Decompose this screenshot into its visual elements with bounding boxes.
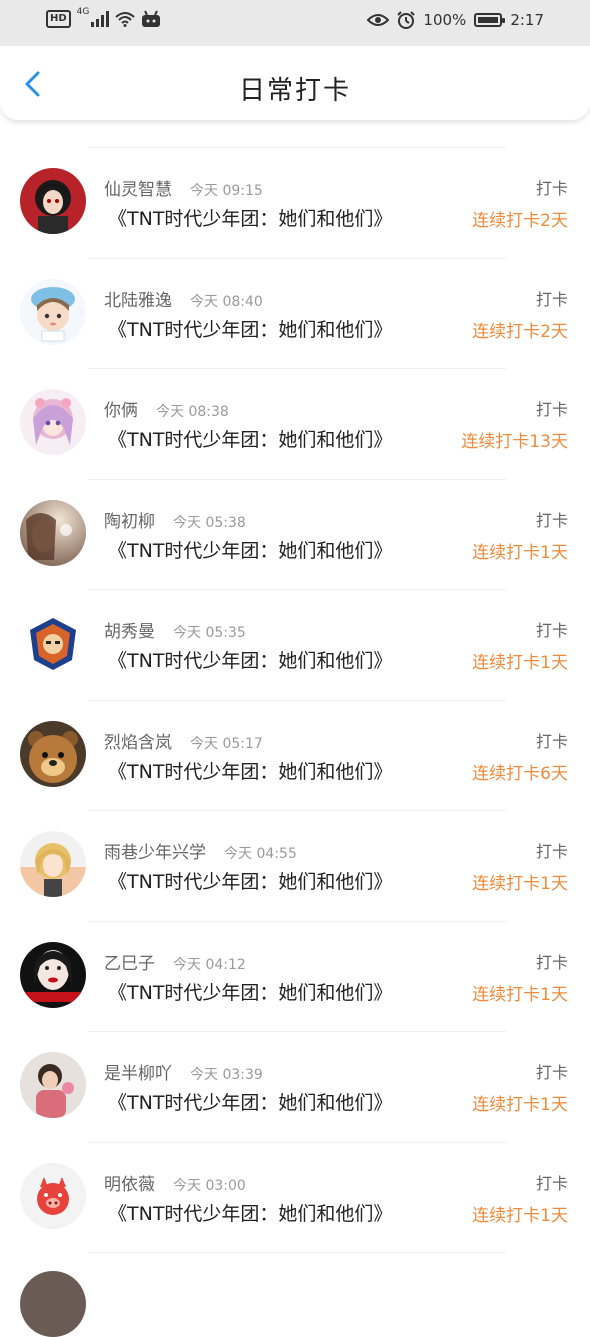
streak-count: 连续打卡1天: [472, 1095, 568, 1115]
checkin-action: 打卡: [535, 289, 568, 309]
avatar[interactable]: [20, 1052, 86, 1118]
battery-level: [478, 17, 499, 23]
name-line: 明依薇 今天 03:00: [104, 1170, 246, 1195]
book-title: 《TNT时代少年团：她们和他们》: [108, 760, 393, 783]
hd-badge: HD: [46, 10, 71, 28]
wifi-icon: [115, 12, 136, 27]
checkin-time: 今天 03:39: [190, 1067, 263, 1083]
list-item[interactable]: 是半柳吖 今天 03:39 《TNT时代少年团：她们和他们》 打卡连续打卡1天: [0, 1032, 590, 1143]
checkin-action: 打卡: [535, 1173, 568, 1193]
checkin-time: 今天 05:35: [173, 625, 246, 641]
name-line: 陶初柳 今天 05:38: [104, 507, 246, 532]
book-title: 《TNT时代少年团：她们和他们》: [108, 539, 393, 562]
name-line: 是半柳吖 今天 03:39: [104, 1059, 263, 1084]
checkin-action: 打卡: [535, 952, 568, 972]
checkin-list: 仙灵智慧 今天 09:15 《TNT时代少年团：她们和他们》 打卡 连续打卡2天 北陆雅逸…: [0, 148, 590, 1253]
eye-icon: [367, 14, 390, 26]
name-line: 北陆雅逸 今天 08:40: [104, 286, 263, 311]
checkin-time: 今天 05:38: [173, 514, 246, 531]
user-name[interactable]: 乙巳子: [104, 949, 155, 974]
avatar[interactable]: [20, 499, 86, 566]
name-line: 雨巷少年兴学 今天 04:55: [104, 838, 297, 863]
streak-count: 连续打卡1天: [472, 542, 568, 563]
checkin-action: 打卡: [535, 400, 568, 419]
avatar[interactable]: [20, 389, 86, 455]
checkin-time: 今天 03:00: [173, 1177, 246, 1194]
streak-count: 连续打卡1天: [472, 984, 568, 1005]
streak-count: 连续打卡6天: [472, 763, 568, 784]
avatar[interactable]: [20, 720, 86, 787]
network-label: 4G: [76, 7, 90, 17]
avatar[interactable]: [20, 1162, 86, 1229]
avatar[interactable]: [20, 941, 86, 1008]
page-title: 日常打卡: [238, 76, 351, 106]
checkin-action: 打卡: [535, 179, 568, 198]
avatar[interactable]: [20, 168, 86, 234]
book-title: 《TNT时代少年团：她们和他们》: [108, 871, 393, 893]
status-bar: HD 4G 100% 2:17: [0, 0, 590, 46]
checkin-time: 今天 08:40: [190, 293, 263, 310]
user-name[interactable]: 胡秀曼: [104, 617, 155, 642]
streak-count: 连续打卡2天: [472, 321, 568, 342]
list-item[interactable]: 乙巳子 今天 04:12 《TNT时代少年团：她们和他们》 打卡连续打卡1天: [0, 922, 590, 1032]
battery-icon: [474, 13, 506, 27]
avatar[interactable]: [20, 610, 86, 676]
user-name[interactable]: 陶初柳: [104, 507, 155, 532]
checkin-time: 今天 09:15: [190, 183, 263, 199]
book-title: 《TNT时代少年团：她们和他们》: [108, 650, 393, 672]
checkin-time: 今天 08:38: [156, 404, 229, 420]
name-line: 胡秀曼 今天 05:35: [104, 617, 246, 642]
list-item[interactable]: 北陆雅逸 今天 08:40 《TNT时代少年团：她们和他们》 打卡连续打卡2天: [0, 259, 590, 369]
name-line: 仙灵智慧 今天 09:15: [104, 175, 263, 200]
list-item[interactable]: 你俩 今天 08:38 《TNT时代少年团：她们和他们》 打卡连续打卡13天: [0, 369, 590, 480]
user-name[interactable]: 是半柳吖: [104, 1059, 172, 1084]
checkin-action: 打卡: [535, 842, 568, 861]
book-title: 《TNT时代少年团：她们和他们》: [108, 208, 393, 230]
user-name[interactable]: 明依薇: [104, 1170, 155, 1195]
list-item[interactable]: 仙灵智慧 今天 09:15 《TNT时代少年团：她们和他们》 打卡连续打卡2天: [0, 148, 590, 259]
list-item[interactable]: 陶初柳 今天 05:38 《TNT时代少年团：她们和他们》 打卡连续打卡1天: [0, 480, 590, 590]
list-item[interactable]: 胡秀曼 今天 05:35 《TNT时代少年团：她们和他们》 打卡连续打卡1天: [0, 590, 590, 701]
checkin-action: 打卡: [535, 1063, 568, 1082]
book-title: 《TNT时代少年团：她们和他们》: [108, 981, 393, 1004]
battery-percent: 100%: [423, 11, 467, 29]
user-name[interactable]: 烈焰含岚: [104, 728, 172, 753]
streak-count: 连续打卡1天: [472, 1205, 568, 1226]
user-name[interactable]: 雨巷少年兴学: [104, 838, 206, 863]
checkin-time: 今天 04:55: [224, 846, 297, 862]
streak-count: 连续打卡1天: [472, 874, 568, 894]
notification-icon: [142, 10, 161, 27]
checkin-action: 打卡: [535, 621, 568, 640]
status-right: 100% 2:17: [367, 11, 544, 29]
header: 日常打卡: [0, 46, 590, 120]
avatar: [20, 1271, 86, 1337]
streak-count: 连续打卡1天: [472, 653, 568, 673]
book-title: 《TNT时代少年团：她们和他们》: [108, 318, 393, 341]
list-item[interactable]: 雨巷少年兴学 今天 04:55 《TNT时代少年团：她们和他们》 打卡连续打卡1天: [0, 811, 590, 922]
avatar[interactable]: [20, 278, 86, 345]
book-title: 《TNT时代少年团：她们和他们》: [108, 1092, 393, 1114]
alarm-icon: [397, 11, 416, 29]
name-line: 你俩 今天 08:38: [104, 396, 229, 421]
checkin-time: 今天 05:17: [190, 735, 263, 752]
divider: [88, 1252, 506, 1253]
user-name[interactable]: 仙灵智慧: [104, 175, 172, 200]
status-left: HD 4G: [46, 7, 161, 28]
list-item[interactable]: 烈焰含岚 今天 05:17 《TNT时代少年团：她们和他们》 打卡连续打卡6天: [0, 701, 590, 811]
name-line: 烈焰含岚 今天 05:17: [104, 728, 263, 753]
name-line: 乙巳子 今天 04:12: [104, 949, 246, 974]
checkin-action: 打卡: [535, 731, 568, 751]
checkin-action: 打卡: [535, 510, 568, 530]
streak-count: 连续打卡2天: [472, 211, 568, 231]
avatar[interactable]: [20, 831, 86, 897]
user-name[interactable]: 北陆雅逸: [104, 286, 172, 311]
checkin-time: 今天 04:12: [173, 956, 246, 973]
clock: 2:17: [510, 11, 544, 29]
user-name[interactable]: 你俩: [104, 396, 138, 421]
streak-count: 连续打卡13天: [461, 432, 568, 452]
book-title: 《TNT时代少年团：她们和他们》: [108, 429, 393, 451]
list-item[interactable]: 明依薇 今天 03:00 《TNT时代少年团：她们和他们》 打卡连续打卡1天: [0, 1143, 590, 1253]
signal-icon: [91, 11, 110, 27]
book-title: 《TNT时代少年团：她们和他们》: [108, 1202, 393, 1225]
